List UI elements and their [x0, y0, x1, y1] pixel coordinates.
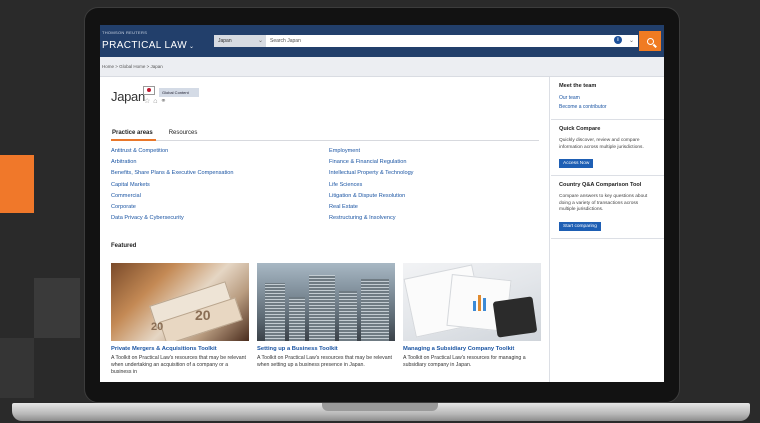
practice-area-link[interactable]: Benefits, Share Plans & Executive Compen…	[111, 170, 329, 176]
search-input[interactable]: Search Japan i ⌄	[266, 35, 638, 47]
city-skyline-image[interactable]	[257, 263, 395, 341]
decorative-grey-block	[34, 278, 80, 338]
practice-area-link[interactable]: Finance & Financial Regulation	[329, 159, 541, 165]
card-description: A Toolkit on Practical Law's resources t…	[111, 355, 246, 375]
japan-flag-icon	[143, 86, 155, 95]
practice-area-link[interactable]: Restructuring & Insolvency	[329, 215, 541, 221]
chevron-down-icon: ⌄	[257, 38, 263, 44]
jurisdiction-select[interactable]: Japan ⌄	[214, 35, 266, 47]
quick-compare-heading: Quick Compare	[559, 126, 601, 132]
quick-compare-panel: Quick Compare Quickly discover, review a…	[551, 120, 664, 177]
laptop-notch	[322, 403, 438, 411]
title-action-icons: ☆⌂⚭	[144, 97, 169, 105]
site-header: THOMSON REUTERS PRACTICAL LAW ⌄ Japan ⌄ S…	[100, 25, 664, 57]
search-button[interactable]	[639, 31, 661, 51]
page-title: Japan	[111, 89, 145, 104]
practice-area-link[interactable]: Capital Markets	[111, 182, 329, 188]
tab-bar: Practice areas Resources	[111, 127, 539, 141]
country-qa-panel: Country Q&A Comparison Tool Compare answ…	[551, 176, 664, 239]
featured-card[interactable]: Managing a Subsidiary Company Toolkit A …	[403, 263, 541, 376]
practice-area-link[interactable]: Arbitration	[111, 159, 329, 165]
tab-resources[interactable]: Resources	[168, 127, 199, 140]
access-now-button[interactable]: Access Now	[559, 159, 594, 169]
practice-area-link[interactable]: Real Estate	[329, 204, 541, 210]
jurisdiction-value: Japan	[218, 38, 232, 44]
become-contributor-link[interactable]: Become a contributor	[559, 104, 656, 110]
main-content: Japan Global Content ☆⌂⚭ Practice areas …	[100, 77, 550, 382]
brand-name: PRACTICAL LAW ⌄	[102, 39, 195, 51]
practice-area-link[interactable]: Corporate	[111, 204, 329, 210]
card-title[interactable]: Private Mergers & Acquisitions Toolkit	[111, 346, 249, 352]
global-content-badge[interactable]: Global Content	[159, 88, 199, 97]
right-sidebar: Meet the team Our team Become a contribu…	[551, 77, 664, 382]
card-title[interactable]: Managing a Subsidiary Company Toolkit	[403, 346, 541, 352]
documents-calculator-image[interactable]	[403, 263, 541, 341]
card-description: A Toolkit on Practical Law's resources t…	[257, 355, 392, 368]
tab-practice-areas[interactable]: Practice areas	[111, 127, 156, 141]
card-description: A Toolkit on Practical Law's resources f…	[403, 355, 526, 368]
practice-area-link[interactable]: Employment	[329, 148, 541, 154]
banknotes-image[interactable]: 20 20	[111, 263, 249, 341]
country-qa-text: Compare answers to key questions about d…	[559, 194, 648, 213]
quick-compare-text: Quickly discover, review and compare inf…	[559, 138, 644, 150]
practice-area-link[interactable]: Life Sciences	[329, 182, 541, 188]
laptop-screen: THOMSON REUTERS PRACTICAL LAW ⌄ Japan ⌄ S…	[100, 25, 664, 382]
practice-area-link[interactable]: Antitrust & Competition	[111, 148, 329, 154]
info-icon[interactable]: i	[614, 36, 622, 44]
breadcrumb[interactable]: Home > Global Home > Japan	[100, 57, 664, 77]
brand-publisher: THOMSON REUTERS	[102, 29, 148, 35]
brand-logo[interactable]: THOMSON REUTERS PRACTICAL LAW ⌄	[102, 30, 210, 53]
home-icon[interactable]: ⌂	[153, 98, 160, 105]
chevron-down-icon: ⌄	[189, 43, 195, 50]
decorative-grey-block	[0, 338, 34, 398]
practice-area-link[interactable]: Litigation & Dispute Resolution	[329, 193, 541, 199]
favorite-icon[interactable]: ☆	[144, 98, 153, 105]
featured-card[interactable]: 20 20 Private Mergers & Acquisitions Too…	[111, 263, 249, 376]
practice-area-links: Antitrust & Competition Employment Arbit…	[111, 148, 541, 221]
start-comparing-button[interactable]: Start comparing	[559, 221, 601, 231]
meet-the-team-panel: Meet the team Our team Become a contribu…	[551, 77, 664, 120]
country-qa-heading: Country Q&A Comparison Tool	[559, 182, 642, 189]
chevron-down-icon[interactable]: ⌄	[629, 37, 634, 44]
search-icon	[646, 37, 654, 45]
featured-card[interactable]: Setting up a Business Toolkit A Toolkit …	[257, 263, 395, 376]
title-row: Japan Global Content ☆⌂⚭	[111, 86, 199, 105]
search-placeholder: Search Japan	[270, 38, 301, 44]
practice-area-link[interactable]: Data Privacy & Cybersecurity	[111, 215, 329, 221]
meet-the-team-heading: Meet the team	[559, 83, 597, 89]
practice-area-link[interactable]: Intellectual Property & Technology	[329, 170, 541, 176]
our-team-link[interactable]: Our team	[559, 95, 656, 101]
card-title[interactable]: Setting up a Business Toolkit	[257, 346, 395, 352]
decorative-orange-block	[0, 155, 34, 213]
practice-area-link[interactable]: Commercial	[111, 193, 329, 199]
featured-cards: 20 20 Private Mergers & Acquisitions Too…	[111, 263, 549, 376]
link-icon[interactable]: ⚭	[161, 98, 170, 105]
featured-heading: Featured	[111, 243, 137, 249]
